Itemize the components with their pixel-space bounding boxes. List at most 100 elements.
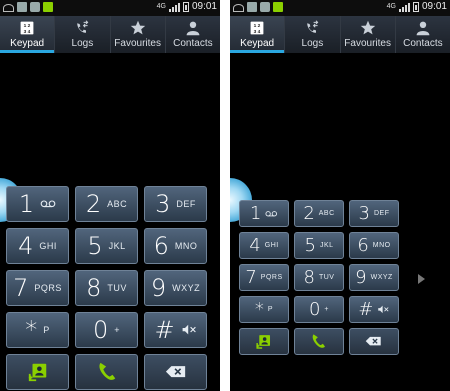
key-digit: 1: [250, 203, 262, 224]
tab-label: Logs: [71, 38, 94, 49]
key-1[interactable]: 1: [239, 200, 289, 227]
key-digit: 8: [86, 274, 102, 302]
svg-text:3 4: 3 4: [24, 29, 31, 35]
mute-icon: [377, 305, 389, 314]
dial-keypad: 1 2 ABC 3 DEF 4 GHI 5 JKL 6 MNO 7 PQRS 8 TUV 9 WXYZ * P 0 + #: [6, 186, 207, 390]
key-hash[interactable]: #: [349, 296, 399, 323]
key-8[interactable]: 8 TUV: [75, 270, 138, 306]
add-contact-button[interactable]: [239, 328, 289, 355]
store-icon: [30, 2, 40, 12]
key-digit: 7: [245, 267, 257, 288]
key-digit: #: [154, 316, 175, 344]
call-button[interactable]: [294, 328, 344, 355]
tab-logs[interactable]: Logs: [55, 16, 111, 53]
key-3[interactable]: 3 DEF: [144, 186, 207, 222]
key-letters: PQRS: [260, 274, 283, 281]
add-contact-icon: [27, 361, 49, 383]
tab-label: Contacts: [403, 38, 443, 49]
key-7[interactable]: 7 PQRS: [6, 270, 69, 306]
keypad-icon: 1 23 4: [17, 19, 37, 37]
key-digit: 9: [150, 274, 167, 302]
tab-favourites[interactable]: Favourites: [111, 16, 166, 53]
svg-text:3 4: 3 4: [254, 29, 261, 35]
tab-logs[interactable]: Logs: [285, 16, 341, 53]
wifi-icon: [3, 4, 14, 12]
tab-keypad[interactable]: 1 23 4 Keypad: [0, 16, 56, 53]
key-letters: WXYZ: [172, 283, 201, 293]
status-bar: 4G 09:01: [230, 0, 450, 16]
key-star[interactable]: * P: [239, 296, 289, 323]
key-letters: GHI: [39, 241, 57, 251]
key-letters: +: [114, 325, 121, 335]
key-5[interactable]: 5 JKL: [75, 228, 138, 264]
keypad-icon: 1 23 4: [247, 19, 267, 37]
key-letters: MNO: [372, 242, 391, 249]
battery-charge-icon: [273, 2, 283, 12]
battery-icon: [182, 1, 189, 12]
key-2[interactable]: 2 ABC: [294, 200, 344, 227]
tab-bar: 1 23 4 Keypad Logs Favourites Contacts: [230, 16, 450, 53]
key-digit: 4: [249, 235, 261, 256]
battery-icon: [412, 1, 419, 12]
add-contact-button[interactable]: [6, 354, 69, 390]
backspace-button[interactable]: [144, 354, 207, 390]
key-digit: 9: [355, 267, 367, 288]
key-3[interactable]: 3 DEF: [349, 200, 399, 227]
backspace-button[interactable]: [349, 328, 399, 355]
tab-label: Favourites: [114, 38, 161, 49]
key-4[interactable]: 4 GHI: [6, 228, 69, 264]
voicemail-icon: [265, 210, 278, 217]
key-8[interactable]: 8 TUV: [294, 264, 344, 291]
network-type: 4G: [386, 3, 396, 10]
phone-screen-left: 4G 09:01 1 23 4 Keypad Logs Favourites Conta…: [0, 0, 220, 391]
key-digit: 5: [87, 232, 103, 260]
key-letters: ABC: [107, 199, 128, 209]
key-7[interactable]: 7 PQRS: [239, 264, 289, 291]
key-digit: 6: [357, 235, 369, 256]
contact-icon: [183, 19, 203, 37]
key-1[interactable]: 1: [6, 186, 69, 222]
expand-arrow-icon[interactable]: [418, 274, 425, 284]
svg-text:1 2: 1 2: [254, 23, 261, 29]
key-2[interactable]: 2 ABC: [75, 186, 138, 222]
phone-icon: [310, 333, 327, 350]
wifi-icon: [233, 4, 244, 12]
tab-label: Contacts: [173, 38, 213, 49]
key-digit: 2: [303, 203, 315, 224]
key-6[interactable]: 6 MNO: [349, 232, 399, 259]
key-letters: JKL: [108, 241, 126, 251]
mute-icon: [181, 324, 197, 335]
key-digit: *: [254, 299, 264, 320]
key-star[interactable]: * P: [6, 312, 69, 348]
key-letters: DEF: [176, 199, 196, 209]
svg-text:1 2: 1 2: [24, 23, 31, 29]
tab-keypad[interactable]: 1 23 4 Keypad: [230, 16, 286, 53]
tab-favourites[interactable]: Favourites: [341, 16, 396, 53]
key-letters: ABC: [318, 210, 335, 217]
tab-contacts[interactable]: Contacts: [396, 16, 450, 53]
key-digit: 0: [92, 316, 109, 344]
signal-icon: [398, 2, 410, 12]
key-4[interactable]: 4 GHI: [239, 232, 289, 259]
key-6[interactable]: 6 MNO: [144, 228, 207, 264]
key-digit: #: [358, 299, 374, 320]
star-icon: [358, 19, 378, 37]
key-letters: GHI: [264, 242, 279, 249]
image-icon: [17, 2, 27, 12]
key-letters: WXYZ: [370, 274, 393, 281]
backspace-icon: [365, 336, 382, 346]
key-9[interactable]: 9 WXYZ: [349, 264, 399, 291]
key-5[interactable]: 5 JKL: [294, 232, 344, 259]
tab-label: Favourites: [344, 38, 391, 49]
key-letters: DEF: [373, 210, 390, 217]
key-digit: 5: [304, 235, 316, 256]
call-button[interactable]: [75, 354, 138, 390]
tab-contacts[interactable]: Contacts: [166, 16, 220, 53]
key-9[interactable]: 9 WXYZ: [144, 270, 207, 306]
key-0[interactable]: 0 +: [75, 312, 138, 348]
key-hash[interactable]: #: [144, 312, 207, 348]
key-digit: 3: [155, 190, 171, 218]
key-0[interactable]: 0 +: [294, 296, 344, 323]
status-time: 09:01: [191, 1, 217, 12]
star-icon: [128, 19, 148, 37]
